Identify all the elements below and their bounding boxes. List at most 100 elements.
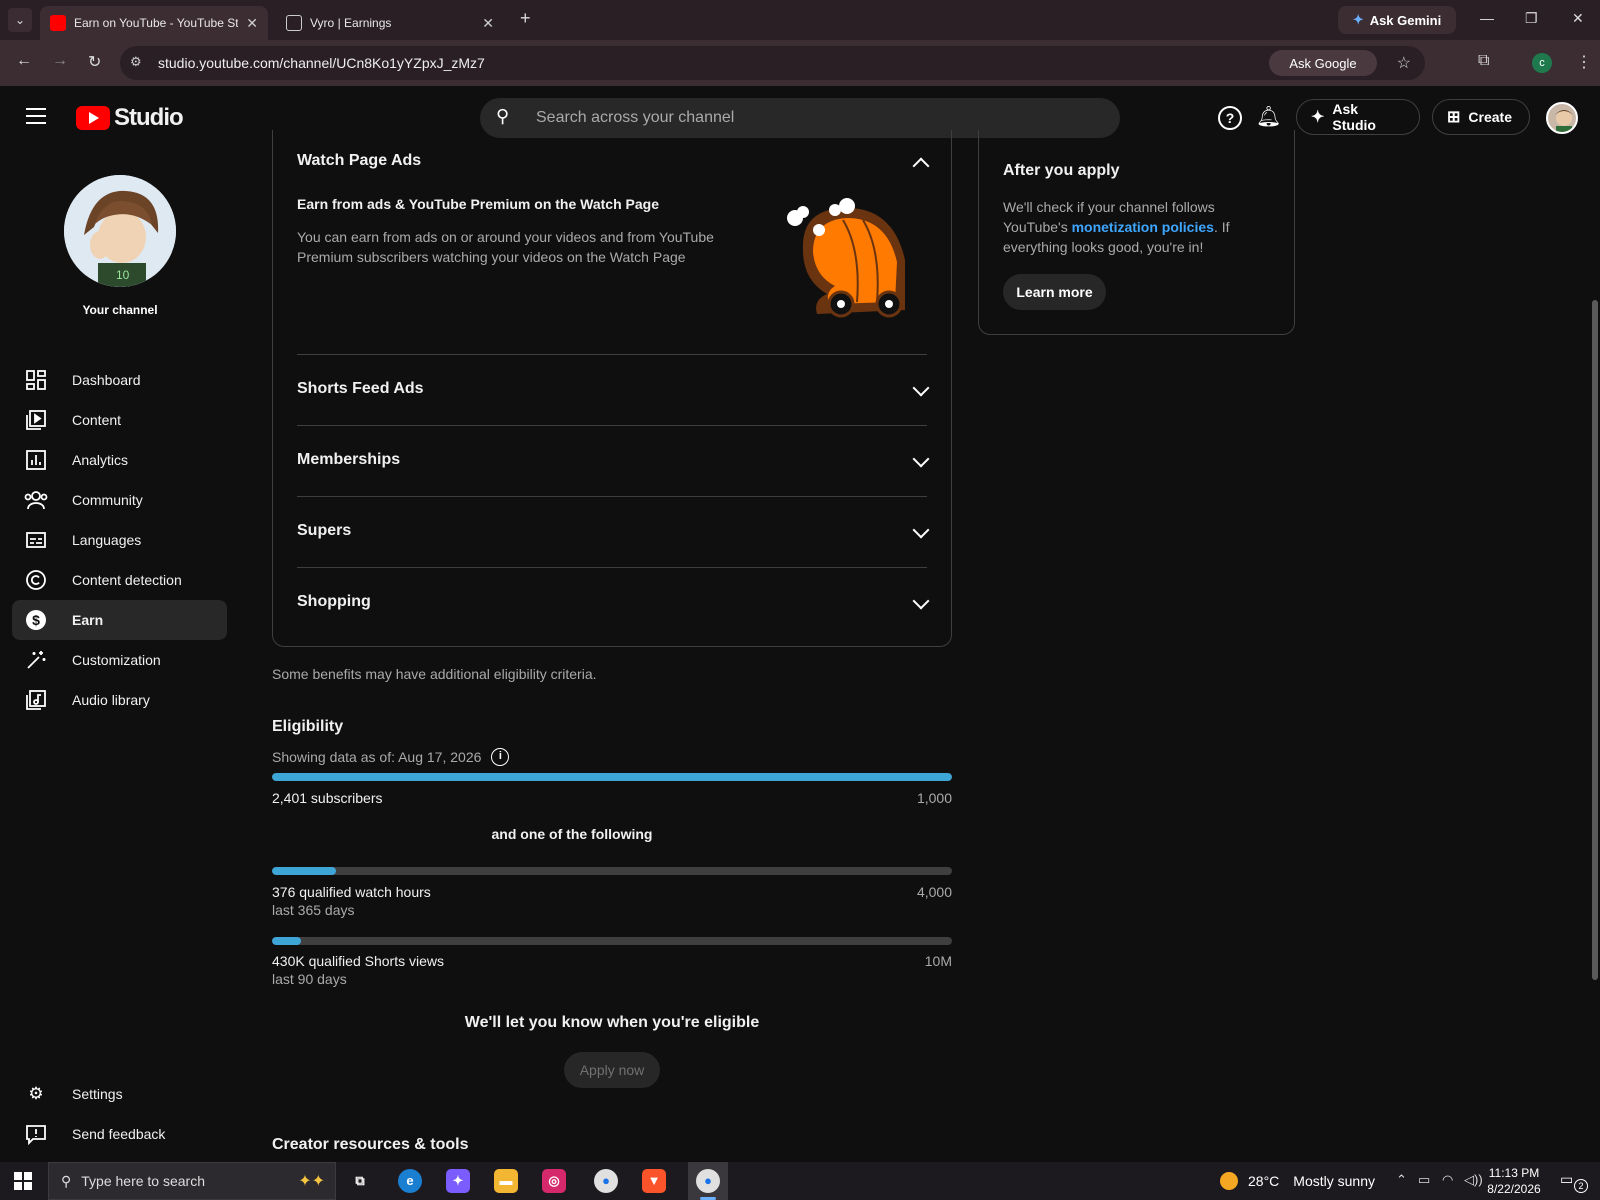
edge-icon[interactable]: e xyxy=(398,1169,422,1193)
watch-hours-period: last 365 days xyxy=(272,902,355,918)
subscribers-count: 2,401 subscribers xyxy=(272,790,383,806)
channel-avatar[interactable]: 10 xyxy=(64,175,176,287)
shorts-views-target: 10M xyxy=(924,953,952,969)
memberships-title[interactable]: Memberships xyxy=(297,451,400,469)
supers-title[interactable]: Supers xyxy=(297,522,351,540)
wifi-icon[interactable]: ◠ xyxy=(1442,1172,1453,1188)
sidebar-item-settings[interactable]: ⚙ Settings xyxy=(12,1074,227,1114)
omnibox[interactable]: ⚙ studio.youtube.com/channel/UCn8Ko1yYZp… xyxy=(120,46,1425,80)
sidebar-item-content-detection[interactable]: Content detection xyxy=(12,560,227,600)
sidebar-item-label: Earn xyxy=(72,612,104,628)
windows-start-icon[interactable] xyxy=(14,1172,32,1190)
info-icon[interactable]: i xyxy=(491,748,510,766)
tab-title: Earn on YouTube - YouTube Studio xyxy=(74,16,239,30)
svg-text:$: $ xyxy=(32,612,40,628)
studio-logo[interactable]: Studio xyxy=(76,104,184,132)
tab-vyro-earnings[interactable]: Vyro | Earnings ✕ xyxy=(276,6,504,40)
chevron-down-icon[interactable] xyxy=(912,450,930,468)
account-avatar[interactable] xyxy=(1546,102,1578,134)
magic-wand-icon xyxy=(24,648,48,672)
instagram-icon[interactable]: ◎ xyxy=(542,1169,566,1193)
file-explorer-icon[interactable]: ▬ xyxy=(494,1169,518,1193)
close-window-icon[interactable]: ✕ xyxy=(1572,10,1584,27)
sidebar-item-customization[interactable]: Customization xyxy=(12,640,227,680)
shorts-views-period: last 90 days xyxy=(272,971,347,987)
dollar-icon: $ xyxy=(24,608,48,632)
channel-label[interactable]: Your channel xyxy=(0,303,240,317)
volume-icon[interactable]: ◁)) xyxy=(1464,1172,1483,1188)
after-you-apply-card: After you apply We'll check if your chan… xyxy=(978,130,1295,335)
system-clock[interactable]: 11:13 PM 8/22/2026 xyxy=(1484,1165,1544,1197)
back-icon[interactable]: ← xyxy=(16,52,32,70)
notification-count: 2 xyxy=(1574,1179,1588,1193)
ask-gemini-button[interactable]: ✦ Ask Gemini xyxy=(1338,6,1456,34)
meet-icon[interactable]: ▭ xyxy=(1418,1172,1430,1188)
chevron-up-icon[interactable]: ⌃ xyxy=(1396,1172,1407,1188)
task-view-icon[interactable]: ⧉ xyxy=(348,1169,372,1193)
sidebar-item-audio-library[interactable]: Audio library xyxy=(12,680,227,720)
sidebar-item-label: Settings xyxy=(72,1086,123,1102)
url-text[interactable]: studio.youtube.com/channel/UCn8Ko1yYZpxJ… xyxy=(158,55,485,71)
tab-search-icon[interactable]: ⌄ xyxy=(8,8,32,32)
sidebar-item-languages[interactable]: Languages xyxy=(12,520,227,560)
page-scrollbar[interactable] xyxy=(1590,150,1600,1162)
browser-menu-icon[interactable]: ⋮ xyxy=(1576,52,1592,72)
site-info-icon[interactable]: ⚙ xyxy=(130,54,142,70)
chevron-down-icon[interactable] xyxy=(912,521,930,539)
divider xyxy=(297,496,927,497)
copyright-icon xyxy=(24,568,48,592)
minimize-icon[interactable]: — xyxy=(1480,10,1494,26)
forward-icon[interactable]: → xyxy=(52,52,68,70)
chevron-down-icon[interactable] xyxy=(912,592,930,610)
taskbar-search[interactable]: ⚲ Type here to search ✦✦ xyxy=(48,1162,336,1200)
weather-widget[interactable]: 28°C Mostly sunny xyxy=(1220,1172,1375,1190)
help-icon[interactable]: ? xyxy=(1218,106,1242,130)
watch-hours-progress-bar xyxy=(272,867,952,875)
learn-more-button[interactable]: Learn more xyxy=(1003,274,1106,310)
sidebar-item-analytics[interactable]: Analytics xyxy=(12,440,227,480)
close-tab-icon[interactable]: ✕ xyxy=(246,15,258,32)
content-icon xyxy=(24,408,48,432)
ask-studio-button[interactable]: ✦ Ask Studio xyxy=(1296,99,1420,135)
brave-icon[interactable]: ▼ xyxy=(642,1169,666,1193)
close-tab-icon[interactable]: ✕ xyxy=(482,15,494,32)
create-button[interactable]: ⊞ Create xyxy=(1432,99,1530,135)
vyro-favicon-icon xyxy=(286,15,302,31)
monetization-policies-link[interactable]: monetization policies xyxy=(1072,219,1214,235)
hamburger-menu-icon[interactable] xyxy=(26,108,46,124)
chrome-icon[interactable]: ● xyxy=(594,1169,618,1193)
shopping-title[interactable]: Shopping xyxy=(297,593,371,611)
youtube-play-icon xyxy=(76,106,110,130)
divider xyxy=(297,425,927,426)
sidebar-item-label: Dashboard xyxy=(72,372,141,388)
apply-now-button[interactable]: Apply now xyxy=(564,1052,660,1088)
reload-icon[interactable]: ↻ xyxy=(88,52,101,72)
tab-title: Vyro | Earnings xyxy=(310,16,392,30)
copilot-icon[interactable]: ✦ xyxy=(446,1169,470,1193)
tab-earn-youtube[interactable]: Earn on YouTube - YouTube Studio ✕ xyxy=(40,6,268,40)
extensions-icon[interactable]: ⧉ xyxy=(1478,52,1489,70)
sidebar-item-earn[interactable]: $ Earn xyxy=(12,600,227,640)
chrome-profile-icon[interactable]: ● xyxy=(696,1169,720,1193)
dashboard-icon xyxy=(24,368,48,392)
sidebar-item-content[interactable]: Content xyxy=(12,400,227,440)
watch-page-ads-title[interactable]: Watch Page Ads xyxy=(297,152,421,170)
watch-hours-count: 376 qualified watch hours xyxy=(272,884,431,900)
browser-profile-avatar[interactable]: c xyxy=(1532,53,1552,73)
shorts-feed-ads-title[interactable]: Shorts Feed Ads xyxy=(297,380,424,398)
notification-center-icon[interactable]: ▭ 2 xyxy=(1560,1171,1588,1193)
scrollbar-thumb[interactable] xyxy=(1592,300,1598,980)
chevron-up-icon[interactable] xyxy=(912,157,930,175)
notifications-bell-icon[interactable]: 🔔︎ xyxy=(1256,104,1281,129)
browser-tabbar: ⌄ Earn on YouTube - YouTube Studio ✕ Vyr… xyxy=(0,0,1600,40)
sidebar-item-community[interactable]: Community xyxy=(12,480,227,520)
ask-google-button[interactable]: Ask Google xyxy=(1269,50,1377,76)
sidebar-item-dashboard[interactable]: Dashboard xyxy=(12,360,227,400)
sidebar-item-send-feedback[interactable]: Send feedback xyxy=(12,1114,227,1154)
bookmark-star-icon[interactable]: ☆ xyxy=(1397,53,1411,73)
creator-resources-title: Creator resources & tools xyxy=(272,1136,469,1153)
new-tab-icon[interactable]: + xyxy=(520,8,531,29)
restore-icon[interactable]: ❐ xyxy=(1525,10,1538,27)
chevron-down-icon[interactable] xyxy=(912,379,930,397)
subscribers-progress-fill xyxy=(272,773,952,781)
